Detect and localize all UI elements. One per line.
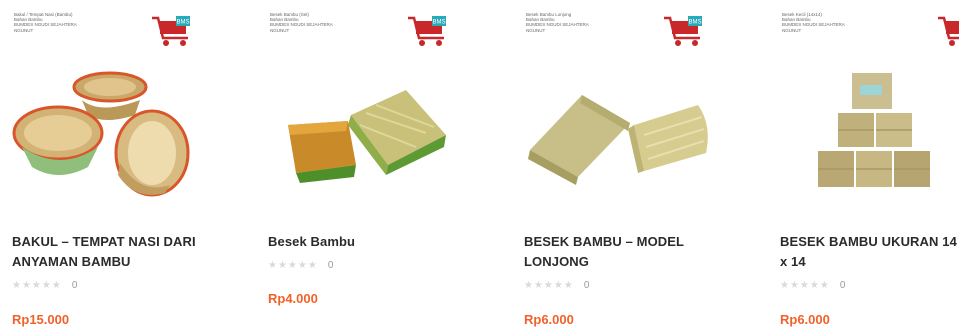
product-price: Rp6.000: [780, 312, 830, 327]
image-caption: Bakul / Tempat Nasi (Bambu) Bahan Bambu …: [14, 12, 77, 33]
shopping-cart-logo-icon: BMS: [152, 16, 190, 46]
product-title[interactable]: Besek Bambu: [268, 232, 478, 252]
product-title[interactable]: BESEK BAMBU UKURAN 14 x 14: [780, 232, 959, 272]
shopping-cart-logo-icon: BMS: [938, 16, 959, 46]
bakul-basket-image: [12, 71, 190, 197]
product-image[interactable]: Besek Bambu Lonjong Bahan Bambu BUMDES N…: [512, 0, 737, 205]
svg-text:BMS: BMS: [432, 20, 445, 26]
rating-count: 0: [583, 279, 590, 291]
shopping-cart-logo-icon: BMS: [408, 16, 446, 46]
product-card[interactable]: Bakul / Tempat Nasi (Bambu) Bahan Bambu …: [0, 0, 225, 330]
product-title[interactable]: BESEK BAMBU – MODEL LONJONG: [524, 232, 734, 272]
svg-text:BMS: BMS: [176, 20, 189, 26]
rating: ★★★★★ 0: [12, 278, 77, 292]
product-image[interactable]: Besek Kecil (14x14) Bahan Bambu BUMDES N…: [768, 0, 959, 205]
rating: ★★★★★ 0: [780, 278, 845, 292]
product-card[interactable]: Besek Kecil (14x14) Bahan Bambu BUMDES N…: [768, 0, 959, 330]
star-rating-icon: ★★★★★: [268, 259, 318, 271]
product-card[interactable]: Besek Bambu (Set) Bahan Bambu BUMDES NGU…: [256, 0, 481, 330]
star-rating-icon: ★★★★★: [12, 279, 62, 291]
besek-kecil-stack-image: [818, 73, 930, 187]
rating-count: 0: [327, 259, 334, 271]
product-price: Rp15.000: [12, 312, 70, 327]
rating-count: 0: [839, 279, 846, 291]
rating-count: 0: [71, 279, 78, 291]
star-rating-icon: ★★★★★: [780, 279, 830, 291]
image-caption: Besek Bambu (Set) Bahan Bambu BUMDES NGU…: [270, 12, 333, 33]
svg-text:BMS: BMS: [688, 20, 701, 26]
rating: ★★★★★ 0: [524, 278, 589, 292]
shopping-cart-logo-icon: BMS: [664, 16, 702, 46]
product-grid: Bakul / Tempat Nasi (Bambu) Bahan Bambu …: [0, 0, 959, 330]
besek-bambu-image: [288, 90, 446, 183]
product-image[interactable]: Bakul / Tempat Nasi (Bambu) Bahan Bambu …: [0, 0, 225, 205]
product-title[interactable]: BAKUL – TEMPAT NASI DARI ANYAMAN BAMBU: [12, 232, 222, 272]
besek-lonjong-image: [528, 95, 708, 185]
star-rating-icon: ★★★★★: [524, 279, 574, 291]
product-price: Rp4.000: [268, 291, 318, 306]
image-caption: Besek Bambu Lonjong Bahan Bambu BUMDES N…: [526, 12, 589, 33]
product-card[interactable]: Besek Bambu Lonjong Bahan Bambu BUMDES N…: [512, 0, 737, 330]
product-price: Rp6.000: [524, 312, 574, 327]
rating: ★★★★★ 0: [268, 258, 333, 272]
image-caption: Besek Kecil (14x14) Bahan Bambu BUMDES N…: [782, 12, 845, 33]
product-image[interactable]: Besek Bambu (Set) Bahan Bambu BUMDES NGU…: [256, 0, 481, 205]
